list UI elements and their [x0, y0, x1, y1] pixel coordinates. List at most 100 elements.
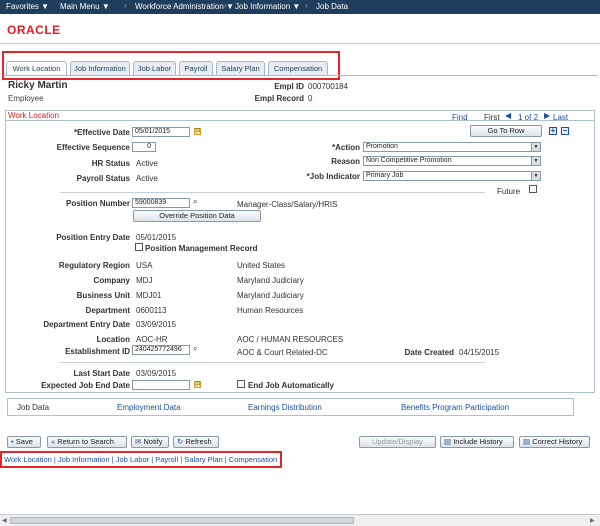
- bottom-link-job-information[interactable]: Job Information: [58, 455, 110, 464]
- position-management-checkbox[interactable]: [135, 243, 143, 251]
- calendar-icon[interactable]: 31: [194, 128, 201, 135]
- override-position-data-button[interactable]: Override Position Data: [133, 210, 261, 222]
- correct-history-button[interactable]: ▤ Correct History: [519, 436, 590, 448]
- dropdown-arrow-icon: ▼: [531, 172, 540, 180]
- favorites-menu[interactable]: Favorites ▼: [6, 2, 49, 11]
- return-label: Return to Search: [57, 437, 114, 446]
- first-label: First: [484, 113, 500, 122]
- hr-status-value: Active: [136, 159, 158, 168]
- effective-date-label: *Effective Date: [73, 128, 130, 137]
- payroll-status-label: Payroll Status: [76, 174, 130, 183]
- position-entry-date-label: Position Entry Date: [56, 233, 130, 242]
- calendar-icon[interactable]: 31: [194, 381, 201, 388]
- last-link[interactable]: Last: [553, 113, 568, 122]
- subnav-employment-data-link[interactable]: Employment Data: [117, 403, 181, 412]
- tab-salary-plan[interactable]: Salary Plan: [216, 61, 265, 75]
- tab-payroll[interactable]: Payroll: [179, 61, 213, 75]
- tab-work-location[interactable]: Work Location: [6, 61, 67, 76]
- breadcrumb-separator-icon: ›: [224, 1, 227, 10]
- empl-id-label: Empl ID: [274, 82, 304, 91]
- position-management-label: Position Management Record: [145, 244, 258, 253]
- establishment-id-input[interactable]: 240425772496: [132, 345, 190, 355]
- employee-name: Ricky Martin: [8, 80, 68, 91]
- return-to-search-button[interactable]: « Return to Search: [47, 436, 127, 448]
- refresh-icon: ↻: [177, 437, 184, 446]
- business-unit-description: Maryland Judiciary: [237, 291, 304, 300]
- scroll-right-icon[interactable]: ▶: [590, 517, 595, 524]
- tab-compensation[interactable]: Compensation: [268, 61, 328, 75]
- dropdown-arrow-icon: ▼: [531, 143, 540, 151]
- reason-select[interactable]: Non Competitive Promotion ▼: [363, 156, 541, 166]
- refresh-button[interactable]: ↻ Refresh: [173, 436, 219, 448]
- future-label: Future: [497, 187, 521, 196]
- notify-button[interactable]: ✉ Notify: [131, 436, 169, 448]
- section-title: Work Location: [8, 111, 59, 120]
- effective-sequence-label: Effective Sequence: [56, 143, 130, 152]
- position-description: Manager-Class/Salary/HRIS: [237, 200, 338, 209]
- regulatory-region-description: United States: [237, 261, 286, 270]
- effective-date-input[interactable]: 05/01/2015: [132, 127, 190, 137]
- lookup-icon[interactable]: ⌕: [193, 198, 197, 206]
- department-entry-date-value: 03/09/2015: [136, 320, 177, 329]
- section-divider: [60, 192, 485, 193]
- delete-row-icon[interactable]: −: [561, 127, 569, 135]
- breadcrumb-job-information[interactable]: Job Information ▼: [235, 2, 300, 11]
- employee-type: Employee: [8, 94, 44, 103]
- dropdown-arrow-icon: ▼: [101, 2, 110, 11]
- bottom-link-salary-plan[interactable]: Salary Plan: [184, 455, 222, 464]
- last-start-date-label: Last Start Date: [73, 369, 130, 378]
- breadcrumb-workforce-administration[interactable]: Workforce Administration ▼: [135, 2, 234, 11]
- job-indicator-select[interactable]: Primary Job ▼: [363, 171, 541, 181]
- department-description: Human Resources: [237, 306, 304, 315]
- next-row-icon[interactable]: ▶: [544, 112, 550, 120]
- main-menu[interactable]: Main Menu ▼: [60, 2, 110, 11]
- expected-job-end-date-input[interactable]: [132, 380, 190, 390]
- scroll-left-icon[interactable]: ◀: [2, 517, 7, 524]
- tab-job-information[interactable]: Job Information: [70, 61, 130, 75]
- bottom-page-links: Work Location | Job Information | Job La…: [4, 455, 277, 464]
- subnav-earnings-distribution-link[interactable]: Earnings Distribution: [248, 403, 322, 412]
- dropdown-arrow-icon: ▼: [292, 2, 301, 11]
- dropdown-arrow-icon: ▼: [41, 2, 50, 11]
- subnav-benefits-program-participation-link[interactable]: Benefits Program Participation: [401, 403, 509, 412]
- main-menu-label: Main Menu: [60, 2, 100, 11]
- breadcrumb-separator-icon: ›: [124, 1, 127, 10]
- save-label: Save: [15, 437, 33, 446]
- department-value: 0600113: [136, 306, 167, 315]
- previous-row-icon[interactable]: ◀: [505, 112, 511, 120]
- action-value: Promotion: [366, 143, 398, 150]
- add-row-icon[interactable]: +: [549, 127, 557, 135]
- breadcrumb-label: Job Information: [235, 2, 291, 11]
- find-link[interactable]: Find: [452, 113, 468, 122]
- position-number-input[interactable]: 59000839: [132, 198, 190, 208]
- update-display-button[interactable]: Update/Display: [359, 436, 436, 448]
- bottom-link-job-labor[interactable]: Job Labor: [116, 455, 149, 464]
- lookup-icon[interactable]: ⌕: [193, 345, 197, 353]
- action-select[interactable]: Promotion ▼: [363, 142, 541, 152]
- empl-record-label: Empl Record: [254, 94, 304, 103]
- bottom-link-compensation[interactable]: Compensation: [229, 455, 277, 464]
- empl-record-value: 0: [308, 94, 313, 103]
- oracle-logo: ORACLE: [7, 23, 61, 37]
- horizontal-scrollbar[interactable]: ◀ ▶: [0, 514, 600, 526]
- include-history-button[interactable]: ▤ Include History: [440, 436, 514, 448]
- row-count: 1 of 2: [518, 113, 539, 122]
- dropdown-arrow-icon: ▼: [531, 157, 540, 165]
- notify-icon: ✉: [135, 437, 142, 446]
- scrollbar-thumb[interactable]: [10, 517, 354, 524]
- action-label: *Action: [332, 143, 360, 152]
- regulatory-region-label: Regulatory Region: [58, 261, 130, 270]
- save-icon: ▪: [11, 437, 14, 446]
- establishment-description: AOC & Court Related-DC: [237, 348, 328, 357]
- bottom-link-payroll[interactable]: Payroll: [155, 455, 178, 464]
- favorites-label: Favorites: [6, 2, 39, 11]
- tab-job-labor[interactable]: Job Labor: [133, 61, 176, 75]
- future-checkbox[interactable]: [529, 185, 537, 193]
- include-history-label: Include History: [453, 437, 503, 446]
- bottom-link-work-location[interactable]: Work Location: [4, 455, 52, 464]
- save-button[interactable]: ▪ Save: [7, 436, 41, 448]
- end-job-automatically-checkbox[interactable]: [237, 380, 245, 388]
- effective-sequence-input[interactable]: 0: [132, 142, 156, 152]
- go-to-row-button[interactable]: Go To Row: [470, 125, 542, 137]
- return-icon: «: [51, 437, 56, 446]
